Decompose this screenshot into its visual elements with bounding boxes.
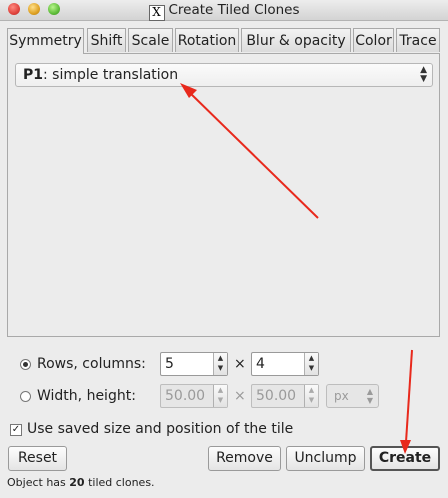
reset-button[interactable]: Reset [8, 446, 67, 471]
unit-select[interactable]: px ▲ ▼ [326, 384, 379, 408]
updown-chevron-icon: ▲ ▼ [420, 65, 427, 84]
rows-stepper-icon[interactable]: ▲ ▼ [213, 353, 227, 375]
status-suffix: tiled clones. [84, 476, 155, 489]
height-spinbox[interactable]: 50.00 ▲ ▼ [251, 384, 319, 408]
remove-button[interactable]: Remove [208, 446, 281, 471]
unit-value: px [334, 389, 349, 403]
use-saved-label: Use saved size and position of the tile [27, 421, 294, 437]
columns-value: 4 [256, 356, 265, 372]
rows-value: 5 [165, 356, 174, 372]
times-sign: × [234, 356, 246, 372]
width-spinbox[interactable]: 50.00 ▲ ▼ [160, 384, 228, 408]
rows-columns-label: Rows, columns: [37, 356, 146, 372]
columns-spinbox[interactable]: 4 ▲ ▼ [251, 352, 319, 376]
height-value: 50.00 [256, 388, 297, 404]
tab-trace[interactable]: Trace [396, 28, 440, 52]
status-text: Object has 20 tiled clones. [7, 476, 155, 489]
symmetry-group-code: P1 [23, 67, 44, 83]
rows-columns-radio[interactable] [20, 359, 31, 370]
symmetry-group-name: : simple translation [43, 67, 179, 83]
unclump-button[interactable]: Unclump [286, 446, 365, 471]
width-height-label: Width, height: [37, 388, 136, 404]
tab-shift[interactable]: Shift [87, 28, 126, 52]
times-sign-disabled: × [234, 388, 246, 404]
create-button[interactable]: Create [370, 446, 440, 471]
use-saved-checkbox[interactable]: ✓ [10, 424, 22, 436]
columns-stepper-icon[interactable]: ▲ ▼ [304, 353, 318, 375]
unit-chevron-icon: ▲ ▼ [366, 387, 373, 405]
tab-color[interactable]: Color [353, 28, 394, 52]
status-prefix: Object has [7, 476, 70, 489]
tab-blur-opacity[interactable]: Blur & opacity [241, 28, 351, 52]
window-title: X Create Tiled Clones [0, 2, 448, 21]
rows-spinbox[interactable]: 5 ▲ ▼ [160, 352, 228, 376]
window-title-text: Create Tiled Clones [168, 2, 300, 18]
tab-scale[interactable]: Scale [128, 28, 173, 52]
clone-count: 20 [69, 476, 85, 489]
tab-symmetry[interactable]: Symmetry [7, 28, 84, 54]
x11-app-icon: X [148, 5, 165, 21]
symmetry-group-select[interactable]: P1: simple translation ▲ ▼ [15, 63, 433, 87]
tab-rotation[interactable]: Rotation [175, 28, 239, 52]
symmetry-panel: P1: simple translation ▲ ▼ [7, 53, 440, 337]
title-bar: X Create Tiled Clones [0, 0, 448, 21]
height-stepper-icon[interactable]: ▲ ▼ [304, 385, 318, 407]
width-stepper-icon[interactable]: ▲ ▼ [213, 385, 227, 407]
width-height-radio[interactable] [20, 391, 31, 402]
width-value: 50.00 [165, 388, 206, 404]
annotation-arrow-to-create [405, 349, 413, 443]
